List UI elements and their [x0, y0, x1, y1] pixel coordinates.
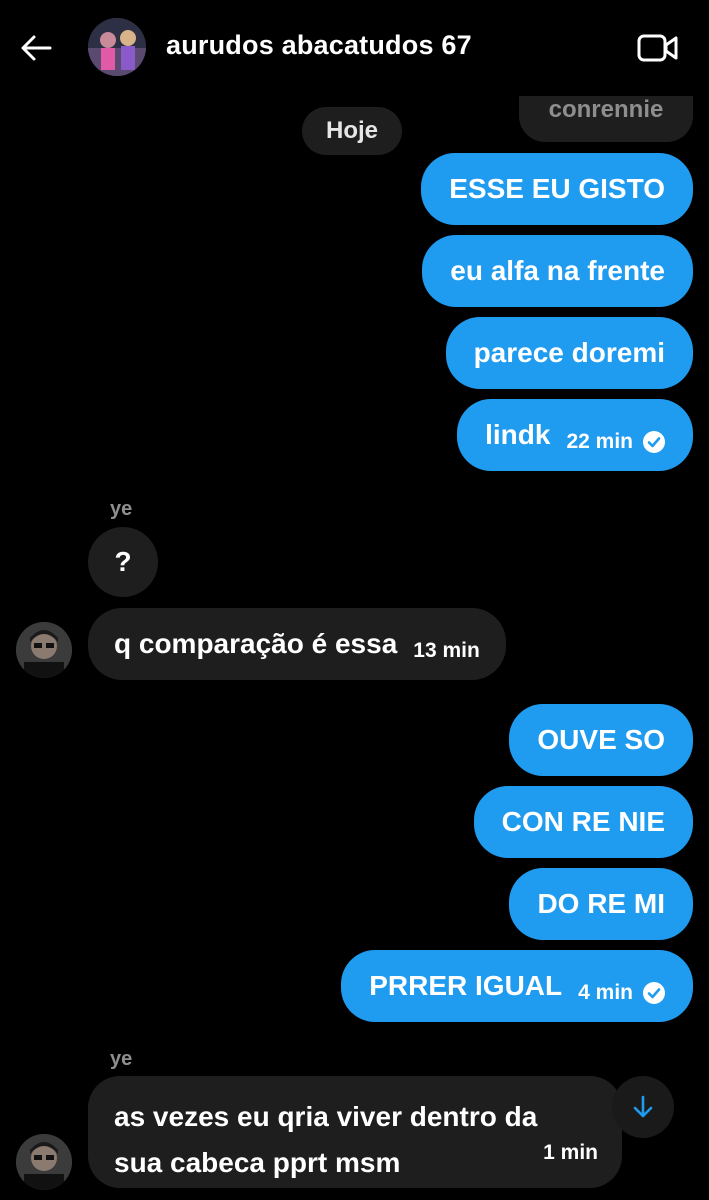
arrow-down-icon — [633, 1095, 653, 1118]
message-text: CON RE NIE — [501, 806, 665, 837]
message-text: DO RE MI — [537, 888, 665, 919]
outgoing-message[interactable]: PRRER IGUAL 4 min — [341, 950, 693, 1022]
back-button[interactable] — [14, 26, 58, 70]
message-text: lindk — [485, 419, 551, 450]
outgoing-message[interactable]: ESSE EU GISTO — [421, 153, 693, 225]
message-text: ESSE EU GISTO — [449, 173, 665, 204]
message-meta: 22 min — [566, 430, 665, 454]
outgoing-message[interactable]: DO RE MI — [509, 868, 693, 940]
sender-avatar[interactable] — [16, 1134, 72, 1190]
sender-name: ye — [110, 1048, 133, 1070]
contact-avatar[interactable] — [88, 18, 146, 76]
message-time: 4 min — [578, 981, 633, 1004]
sender-name: ye — [110, 498, 133, 520]
video-call-icon — [637, 34, 678, 62]
outgoing-message[interactable]: lindk 22 min — [457, 399, 693, 471]
outgoing-message[interactable]: eu alfa na frente — [422, 235, 693, 307]
message-time: 13 min — [413, 639, 480, 662]
sender-avatar[interactable] — [16, 622, 72, 678]
contact-name[interactable]: aurudos abacatudos 67 — [166, 30, 472, 61]
message-text: OUVE SO — [537, 724, 665, 755]
arrow-left-icon — [21, 35, 52, 61]
incoming-message[interactable]: ? — [88, 527, 158, 597]
video-call-button[interactable] — [634, 28, 682, 68]
chat-header: aurudos abacatudos 67 — [0, 0, 709, 96]
message-text: q comparação é essa — [114, 628, 398, 659]
check-circle-icon — [643, 431, 665, 453]
check-circle-icon — [643, 982, 665, 1004]
message-meta: 4 min — [578, 981, 665, 1005]
outgoing-message[interactable]: parece doremi — [445, 317, 693, 389]
outgoing-message[interactable]: CON RE NIE — [473, 786, 693, 858]
incoming-message[interactable]: as vezes eu qria viver dentro da sua cab… — [88, 1076, 622, 1188]
message-text: ? — [114, 546, 132, 577]
message-text: eu alfa na frente — [450, 255, 665, 286]
message-time: 22 min — [566, 430, 633, 453]
outgoing-message[interactable]: OUVE SO — [509, 704, 693, 776]
message-time: 1 min — [543, 1141, 598, 1164]
message-text: PRRER IGUAL — [369, 970, 563, 1001]
date-divider-label: Hoje — [326, 117, 379, 144]
scroll-to-bottom-button[interactable] — [612, 1076, 674, 1138]
message-line: as vezes eu qria viver dentro da — [114, 1101, 538, 1132]
date-divider: Hoje — [302, 107, 403, 155]
message-text: parece doremi — [473, 337, 665, 368]
message-line: sua cabeca pprt msm — [114, 1147, 401, 1178]
incoming-message[interactable]: q comparação é essa 13 min — [88, 608, 506, 680]
quoted-reply-text: conrennie — [548, 96, 664, 123]
